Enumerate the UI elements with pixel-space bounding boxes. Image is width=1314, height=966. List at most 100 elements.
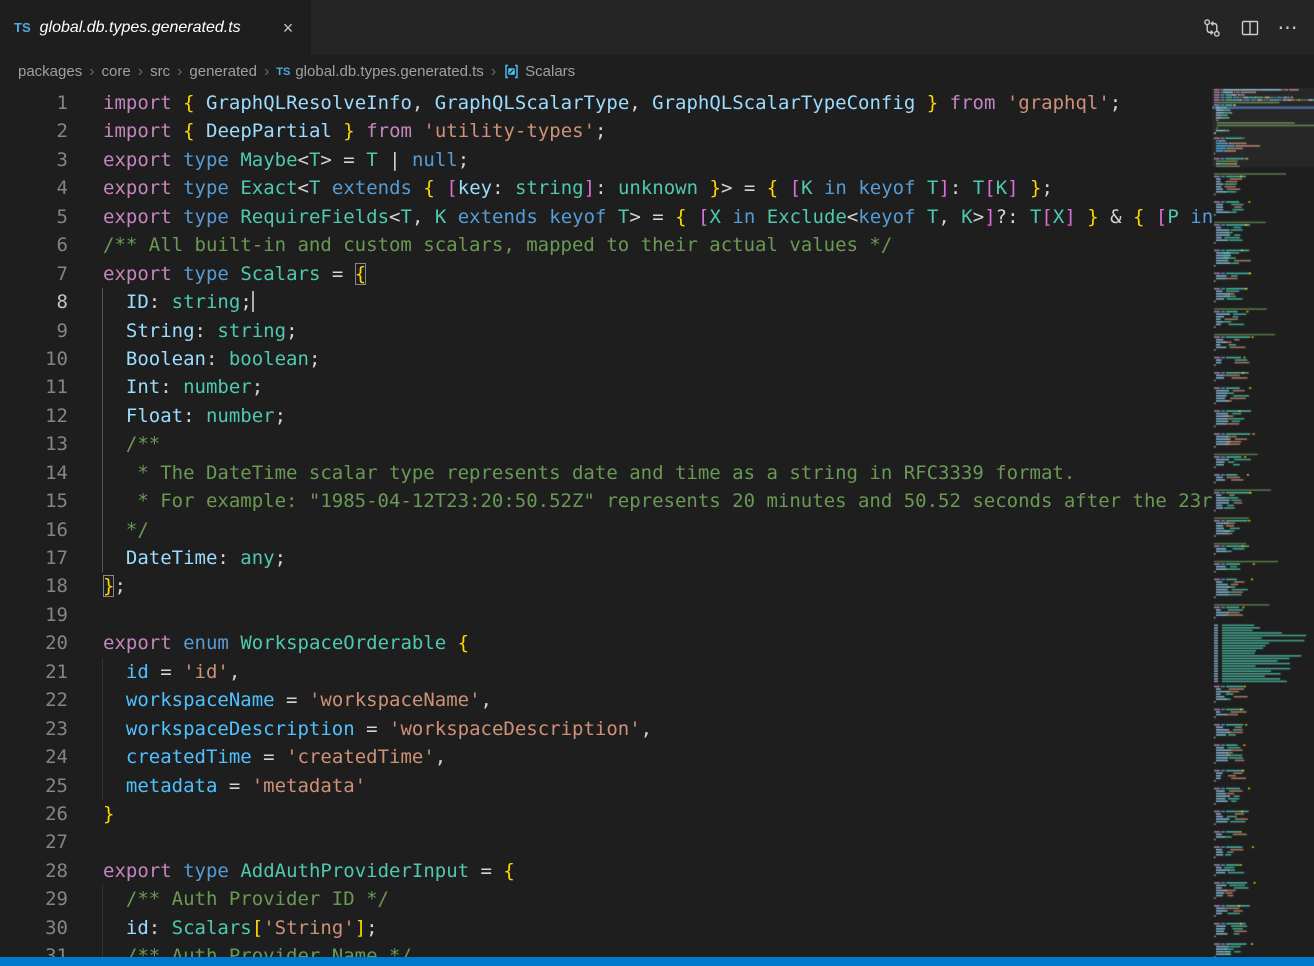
typescript-file-icon: TS bbox=[14, 20, 31, 35]
line-number[interactable]: 26 bbox=[0, 800, 68, 828]
indent-guide bbox=[102, 772, 103, 800]
code-line[interactable]: 20export enum WorkspaceOrderable { bbox=[0, 629, 1212, 657]
breadcrumb-item-file[interactable]: TS global.db.types.generated.ts bbox=[276, 63, 484, 80]
line-number[interactable]: 30 bbox=[0, 914, 68, 942]
line-number[interactable]: 12 bbox=[0, 402, 68, 430]
tab-close-icon[interactable]: × bbox=[277, 17, 299, 39]
chevron-right-icon: › bbox=[491, 63, 496, 81]
code-line[interactable]: 12 Float: number; bbox=[0, 402, 1212, 430]
code-line-text: /** All built-in and custom scalars, map… bbox=[103, 231, 892, 259]
breadcrumb-file-label: global.db.types.generated.ts bbox=[295, 63, 483, 80]
code-line[interactable]: 19 bbox=[0, 601, 1212, 629]
line-number[interactable]: 11 bbox=[0, 373, 68, 401]
code-line[interactable]: 22 workspaceName = 'workspaceName', bbox=[0, 686, 1212, 714]
line-number[interactable]: 27 bbox=[0, 828, 68, 856]
code-line[interactable]: 29 /** Auth Provider ID */ bbox=[0, 885, 1212, 913]
code-line-text: DateTime: any; bbox=[103, 544, 286, 572]
code-line[interactable]: 9 String: string; bbox=[0, 317, 1212, 345]
line-number[interactable]: 1 bbox=[0, 89, 68, 117]
line-number[interactable]: 10 bbox=[0, 345, 68, 373]
line-number[interactable]: 13 bbox=[0, 430, 68, 458]
code-line-text: export type Maybe<T> = T | null; bbox=[103, 146, 469, 174]
code-line-text: }; bbox=[103, 572, 126, 600]
line-number[interactable]: 8 bbox=[0, 288, 68, 316]
code-line[interactable]: 2import { DeepPartial } from 'utility-ty… bbox=[0, 117, 1212, 145]
line-number[interactable]: 24 bbox=[0, 743, 68, 771]
line-number[interactable]: 20 bbox=[0, 629, 68, 657]
breadcrumb: packages › core › src › generated › TS g… bbox=[0, 55, 1314, 88]
code-line[interactable]: 3 export type Maybe<T> = T | null; bbox=[0, 146, 1212, 174]
more-actions-icon[interactable]: ⋯ bbox=[1276, 16, 1300, 40]
indent-guide bbox=[102, 516, 103, 544]
line-number[interactable]: 21 bbox=[0, 658, 68, 686]
line-number[interactable]: 22 bbox=[0, 686, 68, 714]
code-line[interactable]: 10 Boolean: boolean; bbox=[0, 345, 1212, 373]
code-line-text: /** bbox=[103, 430, 160, 458]
breadcrumb-item-packages[interactable]: packages bbox=[18, 63, 82, 80]
split-editor-icon[interactable] bbox=[1238, 16, 1262, 40]
line-number[interactable]: 28 bbox=[0, 857, 68, 885]
code-line[interactable]: 27 bbox=[0, 828, 1212, 856]
code-line[interactable]: 4 export type Exact<T extends { [key: str… bbox=[0, 174, 1212, 202]
code-line[interactable]: 30 id: Scalars['String']; bbox=[0, 914, 1212, 942]
line-number[interactable]: 14 bbox=[0, 459, 68, 487]
tab-global-db-types-generated-ts[interactable]: TS global.db.types.generated.ts × bbox=[0, 0, 312, 55]
code-line[interactable]: 15 * For example: "1985-04-12T23:20:50.5… bbox=[0, 487, 1212, 515]
line-number[interactable]: 5 bbox=[0, 203, 68, 231]
code-line[interactable]: 17 DateTime: any; bbox=[0, 544, 1212, 572]
code-line[interactable]: 16 */ bbox=[0, 516, 1212, 544]
code-line[interactable]: 8 ID: string; bbox=[0, 288, 1212, 316]
code-line-text: */ bbox=[103, 516, 149, 544]
indent-guide bbox=[102, 487, 103, 515]
code-line-text: id = 'id', bbox=[103, 658, 240, 686]
editor-tab-bar: TS global.db.types.generated.ts × bbox=[0, 0, 1314, 55]
line-number[interactable]: 15 bbox=[0, 487, 68, 515]
type-symbol-icon bbox=[503, 63, 520, 80]
code-line[interactable]: 6 /** All built-in and custom scalars, ma… bbox=[0, 231, 1212, 259]
code-line[interactable]: 23 workspaceDescription = 'workspaceDesc… bbox=[0, 715, 1212, 743]
indent-guide bbox=[102, 743, 103, 771]
line-number[interactable]: 25 bbox=[0, 772, 68, 800]
code-pane[interactable]: 1import { GraphQLResolveInfo, GraphQLSca… bbox=[0, 89, 1212, 966]
indent-guide bbox=[102, 885, 103, 913]
line-number[interactable]: 4 bbox=[0, 174, 68, 202]
minimap[interactable] bbox=[1212, 88, 1314, 957]
code-line[interactable]: 5export type RequireFields<T, K extends … bbox=[0, 203, 1212, 231]
code-line[interactable]: 13 /** bbox=[0, 430, 1212, 458]
code-line-text: export type AddAuthProviderInput = { bbox=[103, 857, 515, 885]
code-line[interactable]: 14 * The DateTime scalar type represents… bbox=[0, 459, 1212, 487]
line-number[interactable]: 29 bbox=[0, 885, 68, 913]
vscode-window: TS global.db.types.generated.ts × bbox=[0, 0, 1314, 966]
code-line[interactable]: 7export type Scalars = { bbox=[0, 260, 1212, 288]
code-line[interactable]: 1import { GraphQLResolveInfo, GraphQLSca… bbox=[0, 89, 1212, 117]
code-line[interactable]: 28 export type AddAuthProviderInput = { bbox=[0, 857, 1212, 885]
indent-guide bbox=[102, 430, 103, 458]
line-number[interactable]: 7 bbox=[0, 260, 68, 288]
code-line[interactable]: 11 Int: number; bbox=[0, 373, 1212, 401]
breadcrumb-item-generated[interactable]: generated bbox=[189, 63, 257, 80]
line-number[interactable]: 17 bbox=[0, 544, 68, 572]
code-line[interactable]: 21 id = 'id', bbox=[0, 658, 1212, 686]
code-line[interactable]: 18}; bbox=[0, 572, 1212, 600]
code-line-text: export type Exact<T extends { [key: stri… bbox=[103, 174, 1053, 202]
line-number[interactable]: 23 bbox=[0, 715, 68, 743]
status-bar[interactable] bbox=[0, 957, 1314, 966]
line-number[interactable]: 6 bbox=[0, 231, 68, 259]
indent-guide bbox=[102, 373, 103, 401]
line-number[interactable]: 16 bbox=[0, 516, 68, 544]
code-line[interactable]: 26} bbox=[0, 800, 1212, 828]
breadcrumb-item-src[interactable]: src bbox=[150, 63, 170, 80]
indent-guide bbox=[102, 288, 103, 316]
line-number[interactable]: 19 bbox=[0, 601, 68, 629]
open-changes-icon[interactable] bbox=[1200, 16, 1224, 40]
breadcrumb-item-core[interactable]: core bbox=[102, 63, 131, 80]
breadcrumb-item-symbol-scalars[interactable]: Scalars bbox=[503, 63, 575, 80]
line-number[interactable]: 3 bbox=[0, 146, 68, 174]
editor-actions: ⋯ bbox=[1200, 0, 1314, 55]
code-line[interactable]: 24 createdTime = 'createdTime', bbox=[0, 743, 1212, 771]
line-number[interactable]: 2 bbox=[0, 117, 68, 145]
line-number[interactable]: 18 bbox=[0, 572, 68, 600]
line-number[interactable]: 9 bbox=[0, 317, 68, 345]
text-cursor bbox=[252, 291, 254, 312]
code-line[interactable]: 25 metadata = 'metadata' bbox=[0, 772, 1212, 800]
